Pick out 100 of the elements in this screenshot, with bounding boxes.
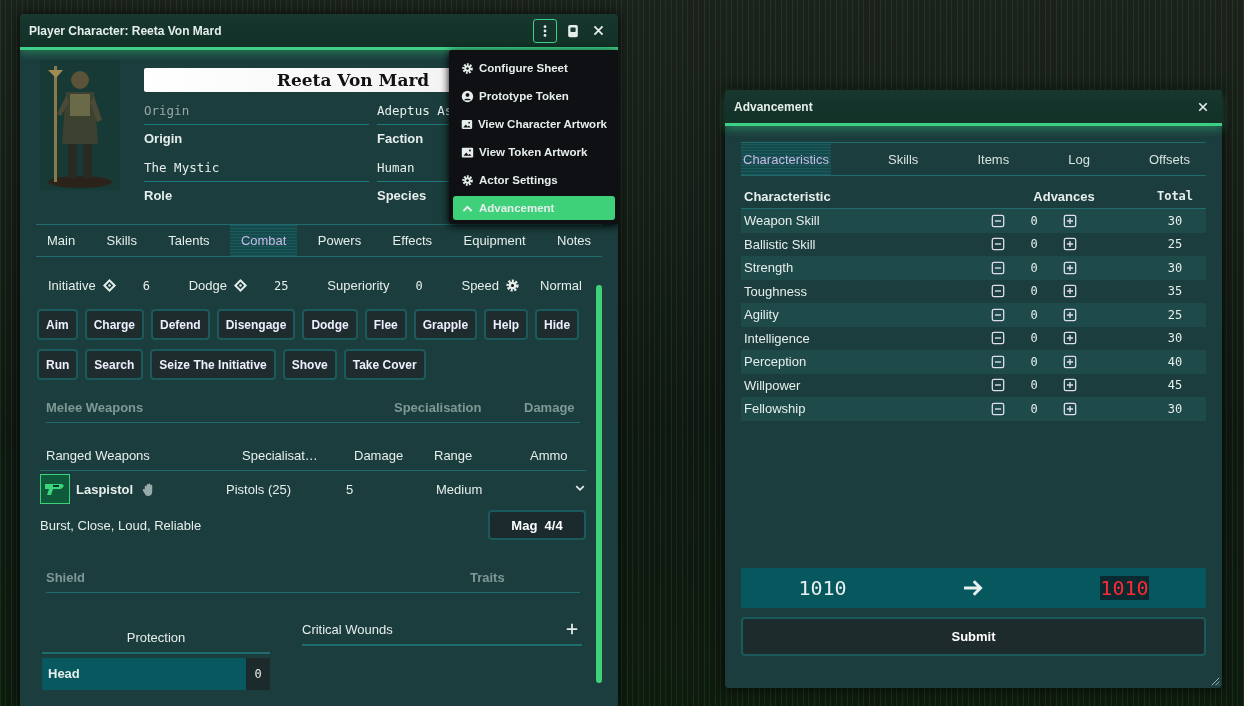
decrease-button[interactable] <box>991 307 1005 322</box>
increase-button[interactable] <box>1063 378 1077 393</box>
submit-button[interactable]: Submit <box>741 617 1206 656</box>
field-label: Role <box>144 187 173 205</box>
characteristic-name: Fellowship <box>744 401 807 417</box>
window-title: Player Character: Reeta Von Mard <box>29 23 223 38</box>
action-button[interactable]: Run <box>37 349 79 381</box>
tab[interactable]: Talents <box>157 225 221 256</box>
increase-button[interactable] <box>1063 213 1077 228</box>
section-title: Shield <box>46 569 86 585</box>
increase-button[interactable] <box>1063 284 1077 299</box>
menu-button[interactable] <box>533 18 557 43</box>
tab[interactable]: Skills <box>886 143 921 175</box>
tab[interactable]: Offsets <box>1147 143 1192 175</box>
book-icon <box>566 23 580 38</box>
decrease-button[interactable] <box>991 331 1005 346</box>
section-title: Protection <box>42 630 270 654</box>
total-value: 30 <box>1167 213 1183 228</box>
tab[interactable]: Items <box>975 143 1012 175</box>
action-button[interactable]: Flee <box>364 309 407 341</box>
text-field[interactable]: Human <box>377 159 415 175</box>
action-button[interactable]: Grapple <box>413 309 478 341</box>
characteristic-name: Weapon Skill <box>744 213 821 229</box>
action-button[interactable]: Defend <box>151 309 210 341</box>
tab[interactable]: Powers <box>306 225 373 256</box>
action-button[interactable]: Help <box>484 309 529 341</box>
total-value: 40 <box>1167 354 1183 369</box>
plus-icon <box>1063 237 1077 252</box>
decrease-button[interactable] <box>991 213 1005 228</box>
text-field[interactable]: The Mystic <box>144 159 220 175</box>
increase-button[interactable] <box>1063 331 1077 346</box>
increase-button[interactable] <box>1063 237 1077 252</box>
text-field[interactable]: Origin <box>144 99 369 121</box>
total-value: 30 <box>1167 260 1183 275</box>
armour-value: 0 <box>246 658 270 690</box>
table-cell-text: 5 <box>345 481 355 497</box>
tab[interactable]: Effects <box>381 225 444 256</box>
decrease-button[interactable] <box>991 260 1005 275</box>
characteristic-name: Perception <box>744 354 808 370</box>
action-button[interactable]: Dodge <box>302 309 358 341</box>
total-value: 35 <box>1167 284 1183 299</box>
action-button[interactable]: Search <box>85 349 144 381</box>
action-button[interactable]: Shove <box>282 349 337 381</box>
decrease-button[interactable] <box>991 378 1005 393</box>
scrollbar[interactable] <box>596 285 602 683</box>
table-cell-text: Pistols (25) <box>226 481 293 497</box>
total-value: 30 <box>1167 331 1183 346</box>
menu-item[interactable]: Actor Settings <box>453 166 615 194</box>
action-button[interactable]: Aim <box>37 309 78 341</box>
column-header: Advances <box>1033 188 1095 204</box>
decrease-button[interactable] <box>991 237 1005 252</box>
increase-button[interactable] <box>1063 401 1077 416</box>
field-label: Faction <box>377 130 424 148</box>
tab[interactable]: Main <box>36 225 87 256</box>
characteristic-name: Toughness <box>744 283 808 299</box>
action-button[interactable]: Hide <box>535 309 580 341</box>
experience-value: 1010 <box>798 576 847 600</box>
tab[interactable]: Log <box>1066 143 1092 175</box>
advance-value: 0 <box>1030 331 1038 346</box>
dice-icon <box>101 278 117 294</box>
tab[interactable]: Characteristics <box>741 143 831 175</box>
increase-button[interactable] <box>1063 307 1077 322</box>
table-cell-text: Medium <box>436 481 484 497</box>
increase-button[interactable] <box>1063 354 1077 369</box>
menu-item[interactable]: View Token Artwork <box>453 138 615 166</box>
stat-label: Speed <box>461 278 500 294</box>
weapon-name[interactable]: Laspistol <box>76 481 134 497</box>
characteristic-name: Willpower <box>744 377 802 393</box>
decrease-button[interactable] <box>991 284 1005 299</box>
decrease-button[interactable] <box>991 354 1005 369</box>
increase-button[interactable] <box>1063 260 1077 275</box>
menu-item[interactable]: View Character Artwork <box>453 110 615 138</box>
experience-value: 1010 <box>1100 576 1149 600</box>
tab[interactable]: Notes <box>546 225 602 256</box>
minus-icon <box>991 260 1005 275</box>
tab[interactable]: Combat <box>229 225 298 256</box>
action-button[interactable]: Seize The Initiative <box>150 349 276 381</box>
tab[interactable]: Equipment <box>452 225 537 256</box>
decrease-button[interactable] <box>991 401 1005 416</box>
column-header: Specialisation <box>394 399 483 415</box>
stat-value: Normal <box>540 278 582 294</box>
action-button[interactable]: Take Cover <box>343 349 426 381</box>
column-header: Total <box>1156 189 1194 203</box>
action-button[interactable]: Disengage <box>216 309 296 341</box>
advance-value: 0 <box>1030 213 1038 228</box>
minus-icon <box>991 213 1005 228</box>
ammo-button[interactable]: Mag 4/4 <box>488 510 586 541</box>
tab[interactable]: Skills <box>95 225 148 256</box>
advance-value: 0 <box>1030 378 1038 393</box>
stat-label: Dodge <box>188 278 228 294</box>
column-header: Traits <box>470 569 506 585</box>
gear-icon <box>461 173 474 187</box>
plus-icon <box>1063 307 1077 322</box>
minus-icon <box>991 378 1005 393</box>
stat-value: 0 <box>415 278 423 293</box>
plus-icon <box>1063 213 1077 228</box>
action-button[interactable]: Charge <box>84 309 144 341</box>
column-header: Range <box>434 447 474 463</box>
minus-icon <box>991 284 1005 299</box>
user-icon <box>461 89 474 103</box>
